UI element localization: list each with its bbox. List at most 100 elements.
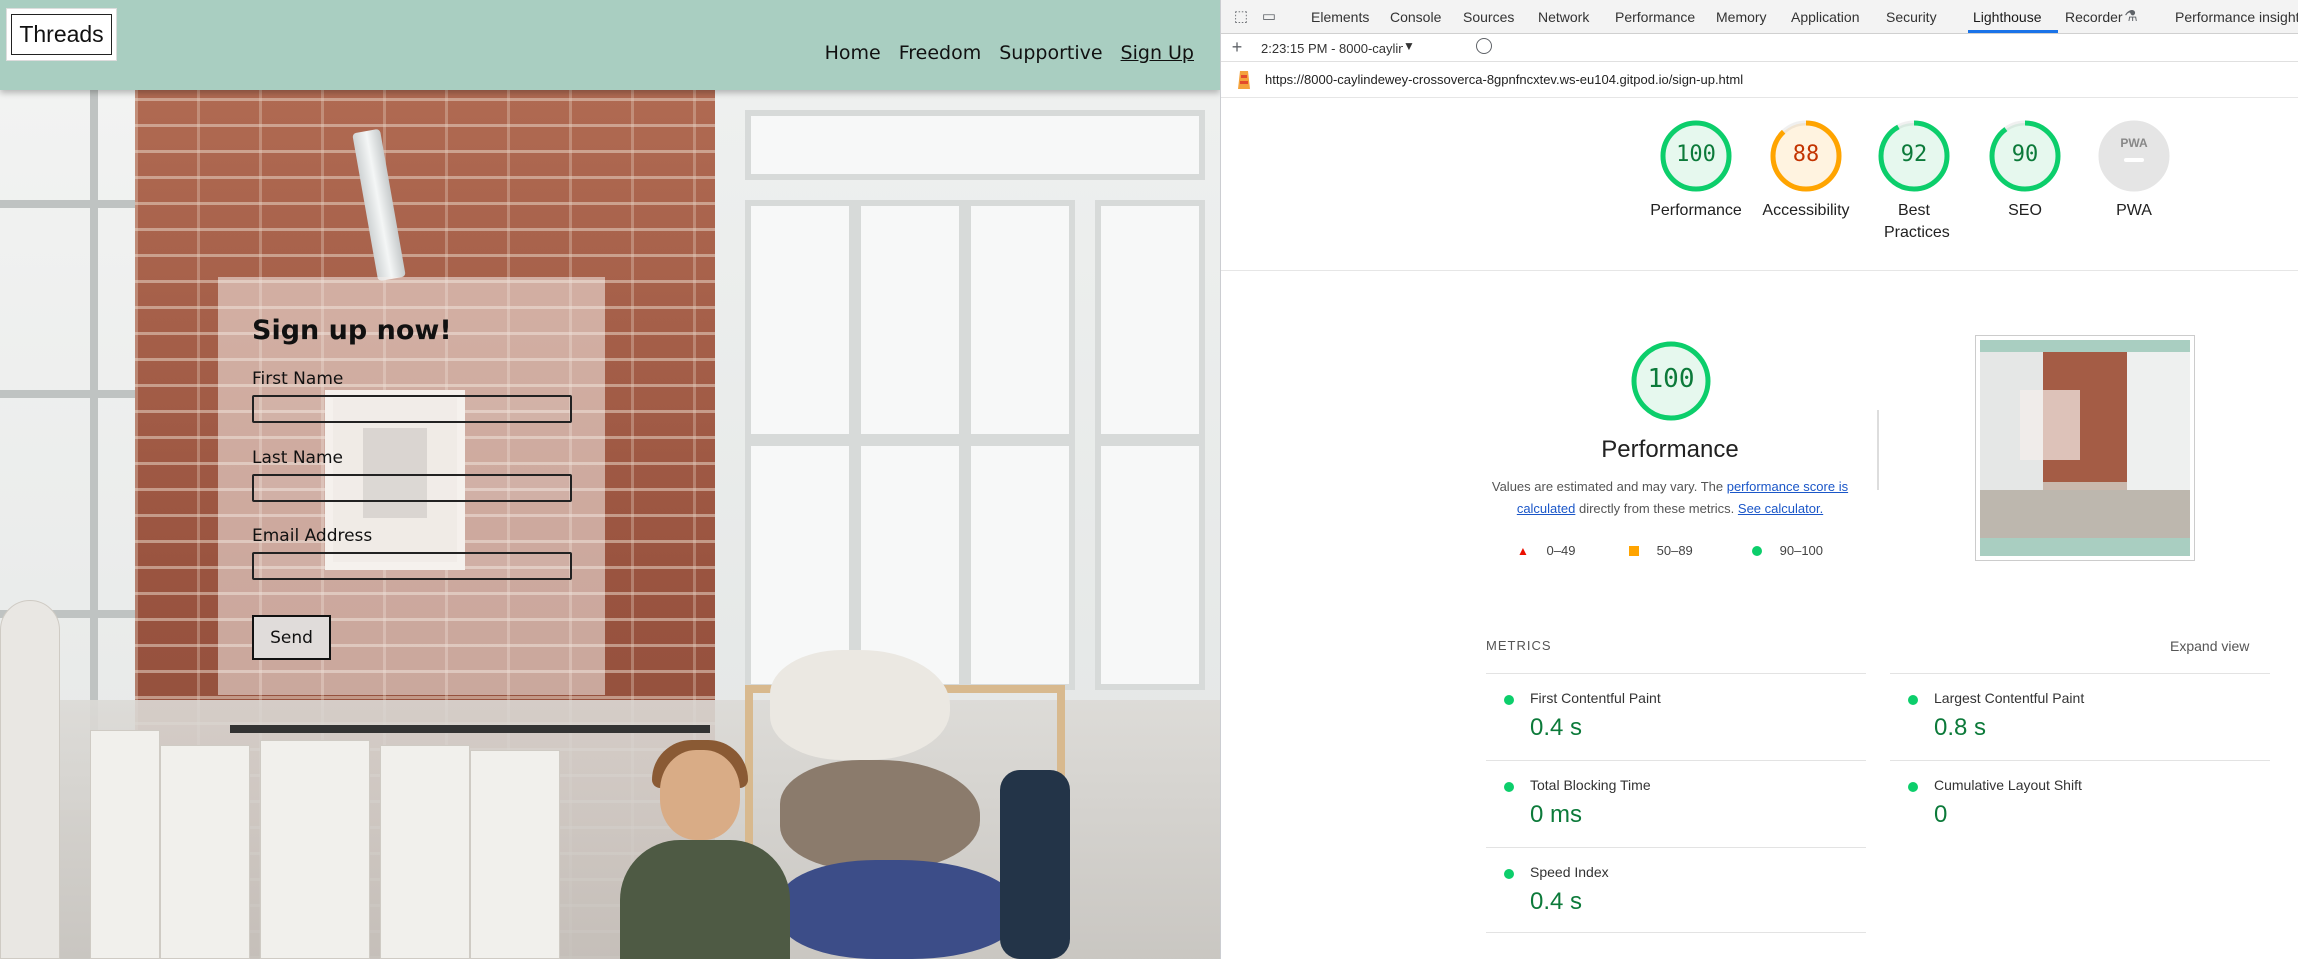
legend-fail: ▲ 0–49: [1517, 543, 1575, 558]
flask-icon: ⚗: [2124, 8, 2138, 25]
legend-pass-label: 90–100: [1779, 543, 1824, 558]
gauge-label: SEO: [2008, 202, 2042, 219]
email-input[interactable]: [252, 552, 572, 580]
score-gauge-best-practices[interactable]: 92 Best Practices: [1859, 120, 1969, 244]
nav-supportive[interactable]: Supportive: [999, 42, 1102, 64]
signup-form: Sign up now! First Name Last Name Email …: [218, 277, 605, 695]
gauge-value: 90: [2011, 142, 2039, 167]
gauge-value: 100: [1676, 142, 1716, 167]
lighthouse-toolbar: + 2:23:15 PM - 8000-caylindewe ▼: [1221, 34, 2298, 62]
tab-application[interactable]: Application: [1791, 9, 1860, 25]
gauge-label: PWA: [2116, 202, 2152, 219]
metrics-heading: METRICS: [1486, 638, 1552, 653]
perf-thumb-divider: [1877, 410, 1878, 490]
circle-icon: [1752, 546, 1762, 556]
inspect-element-icon[interactable]: ⬚: [1231, 7, 1251, 27]
screen: Threads Home Freedom Supportive Sign Up …: [0, 0, 2298, 959]
metric-value: 0 ms: [1530, 801, 1583, 828]
nav-freedom[interactable]: Freedom: [899, 42, 982, 64]
gauge-ring: 90: [1989, 120, 2061, 192]
tab-elements[interactable]: Elements: [1311, 9, 1369, 25]
metric-cls: Cumulative Layout Shift 0: [1890, 760, 2270, 846]
active-tab-indicator: [1968, 30, 2058, 33]
pass-dot-icon: [1504, 782, 1514, 792]
metric-name: Largest Contentful Paint: [1934, 690, 2085, 706]
report-url-bar: https://8000-caylindewey-crossoverca-8gp…: [1221, 62, 2298, 98]
site-header: Threads Home Freedom Supportive Sign Up: [0, 0, 1220, 90]
nav-home[interactable]: Home: [825, 42, 881, 64]
metric-value: 0.4 s: [1530, 714, 1583, 741]
logo-text: Threads: [11, 14, 112, 55]
gauge-ring: 92: [1878, 120, 1950, 192]
chevron-down-icon[interactable]: ▼: [1403, 39, 1415, 53]
report-selector[interactable]: 2:23:15 PM - 8000-caylindewe: [1261, 41, 1403, 56]
send-button[interactable]: Send: [252, 615, 331, 660]
report-url[interactable]: https://8000-caylindewey-crossoverca-8gp…: [1265, 72, 1743, 87]
metric-name: First Contentful Paint: [1530, 690, 1661, 706]
score-gauge-performance[interactable]: 100 Performance: [1641, 120, 1751, 222]
gauge-ring: 100: [1660, 120, 1732, 192]
tab-lighthouse[interactable]: Lighthouse: [1973, 9, 2042, 25]
pass-dot-icon: [1908, 695, 1918, 705]
performance-note: Values are estimated and may vary. The p…: [1486, 476, 1854, 520]
performance-score: 100: [1647, 364, 1695, 394]
gauge-ring: 88: [1770, 120, 1842, 192]
plus-icon[interactable]: +: [1227, 37, 1247, 57]
performance-gauge: 100: [1630, 340, 1712, 422]
website-viewport: Threads Home Freedom Supportive Sign Up …: [0, 0, 1220, 959]
score-gauge-pwa[interactable]: PWA PWA: [2079, 120, 2189, 222]
score-gauge-seo[interactable]: 90 SEO: [1970, 120, 2080, 222]
devtools-tabbar: ⬚ ▭ Elements Console Sources Network Per…: [1221, 0, 2298, 34]
last-name-label: Last Name: [252, 448, 343, 468]
score-gauge-accessibility[interactable]: 88 Accessibility: [1751, 120, 1861, 222]
email-label: Email Address: [252, 526, 373, 546]
clothes-rail: [230, 725, 710, 733]
tab-performance-insights[interactable]: Performance insights: [2175, 9, 2298, 25]
pass-dot-icon: [1504, 695, 1514, 705]
pass-dot-icon: [1908, 782, 1918, 792]
pass-dot-icon: [1504, 869, 1514, 879]
gauge-label: Best Practices: [1884, 202, 1950, 241]
metric-fcp: First Contentful Paint 0.4 s: [1486, 673, 1866, 759]
performance-title: Performance: [1601, 436, 1739, 463]
first-name-input[interactable]: [252, 395, 572, 423]
metric-speed-index: Speed Index 0.4 s: [1486, 847, 1866, 933]
gauge-ring: PWA: [2098, 120, 2170, 192]
page-screenshot-thumbnail[interactable]: [1975, 335, 2195, 561]
tab-sources[interactable]: Sources: [1463, 9, 1514, 25]
expand-view-toggle[interactable]: Expand view: [2170, 638, 2249, 654]
metric-name: Total Blocking Time: [1530, 777, 1651, 793]
person-body: [620, 840, 790, 959]
metric-tbt: Total Blocking Time 0 ms: [1486, 760, 1866, 846]
form-title: Sign up now!: [252, 315, 452, 346]
tab-console[interactable]: Console: [1390, 9, 1441, 25]
square-icon: [1629, 546, 1639, 556]
see-calculator-link[interactable]: See calculator.: [1738, 501, 1823, 516]
gauge-value: 92: [1900, 142, 1928, 167]
gauge-value: 88: [1792, 142, 1820, 167]
gauge-label: Accessibility: [1762, 202, 1850, 219]
metric-name: Cumulative Layout Shift: [1934, 777, 2082, 793]
clear-icon[interactable]: [1476, 38, 1492, 54]
main-nav: Home Freedom Supportive Sign Up: [825, 42, 1194, 64]
pwa-dash-icon: [2124, 158, 2144, 162]
tab-performance[interactable]: Performance: [1615, 9, 1695, 25]
tab-network[interactable]: Network: [1538, 9, 1589, 25]
metric-name: Speed Index: [1530, 864, 1609, 880]
gauge-label: Performance: [1650, 202, 1742, 219]
last-name-input[interactable]: [252, 474, 572, 502]
thumbnail-image: [1980, 340, 2190, 556]
gauge-value: PWA: [2120, 136, 2148, 150]
note-text-2: directly from these metrics.: [1575, 501, 1738, 516]
metric-value: 0.4 s: [1530, 888, 1583, 915]
legend-average: 50–89: [1629, 543, 1693, 558]
tab-recorder[interactable]: Recorder: [2065, 9, 2123, 25]
nav-sign-up[interactable]: Sign Up: [1121, 42, 1194, 64]
device-toolbar-icon[interactable]: ▭: [1259, 7, 1279, 27]
tab-memory[interactable]: Memory: [1716, 9, 1767, 25]
metric-value: 0.8 s: [1934, 714, 1987, 741]
perf-divider: [1878, 410, 1879, 490]
site-logo[interactable]: Threads: [6, 8, 117, 61]
tab-security[interactable]: Security: [1886, 9, 1937, 25]
metric-lcp: Largest Contentful Paint 0.8 s: [1890, 673, 2270, 759]
